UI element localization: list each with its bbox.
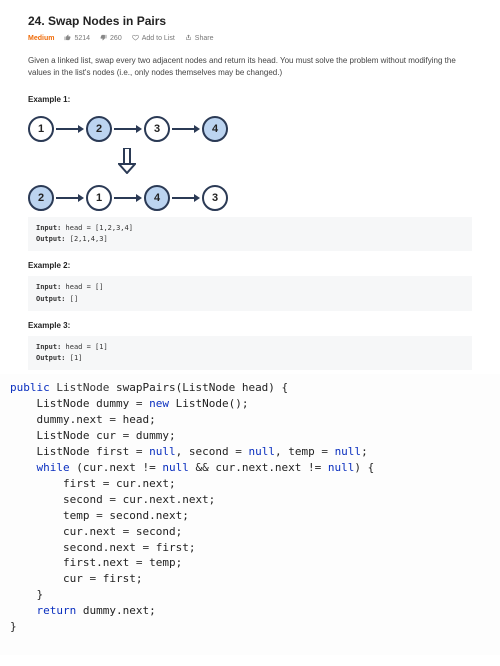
heart-icon (132, 34, 139, 43)
diagram-before-row: 1 2 3 4 (28, 116, 472, 142)
example-io: Input: head = [] Output: [] (28, 276, 472, 310)
output-label: Output: (36, 235, 66, 243)
code-block: public ListNode swapPairs(ListNode head)… (0, 374, 500, 655)
example-title: Example 3: (28, 321, 472, 330)
input-value: head = [] (61, 283, 103, 291)
node: 2 (86, 116, 112, 142)
thumbs-up-icon (64, 34, 71, 43)
example-io: Input: head = [1,2,3,4] Output: [2,1,4,3… (28, 217, 472, 251)
arrow-right-icon (172, 128, 200, 130)
example-title: Example 1: (28, 95, 472, 104)
node: 2 (28, 185, 54, 211)
node: 3 (144, 116, 170, 142)
input-value: head = [1] (61, 343, 107, 351)
diagram: 1 2 3 4 2 1 4 3 (28, 110, 472, 217)
arrow-right-icon (56, 197, 84, 199)
share-icon (185, 34, 192, 43)
diagram-after-row: 2 1 4 3 (28, 185, 472, 211)
share-label: Share (195, 35, 214, 42)
difficulty-badge: Medium (28, 35, 54, 42)
like-count: 5214 (74, 35, 90, 42)
output-label: Output: (36, 354, 66, 362)
input-label: Input: (36, 283, 61, 291)
problem-title: 24. Swap Nodes in Pairs (28, 14, 472, 28)
input-label: Input: (36, 224, 61, 232)
arrow-right-icon (56, 128, 84, 130)
example-title: Example 2: (28, 261, 472, 270)
problem-description: Given a linked list, swap every two adja… (28, 55, 472, 79)
like-button[interactable]: 5214 (64, 34, 90, 43)
input-value: head = [1,2,3,4] (61, 224, 133, 232)
output-value: [] (66, 295, 79, 303)
thumbs-down-icon (100, 34, 107, 43)
arrow-right-icon (114, 197, 142, 199)
solution-code: public ListNode swapPairs(ListNode head)… (10, 380, 490, 635)
example-io: Input: head = [1] Output: [1] (28, 336, 472, 370)
arrow-right-icon (114, 128, 142, 130)
node: 3 (202, 185, 228, 211)
node: 4 (202, 116, 228, 142)
meta-row: Medium 5214 260 Add to List Share (28, 34, 472, 43)
dislike-button[interactable]: 260 (100, 34, 122, 43)
output-value: [2,1,4,3] (66, 235, 108, 243)
arrow-down-icon (118, 148, 472, 179)
add-to-list-label: Add to List (142, 35, 175, 42)
input-label: Input: (36, 343, 61, 351)
add-to-list-button[interactable]: Add to List (132, 34, 175, 43)
arrow-right-icon (172, 197, 200, 199)
share-button[interactable]: Share (185, 34, 214, 43)
dislike-count: 260 (110, 35, 122, 42)
node: 1 (86, 185, 112, 211)
node: 4 (144, 185, 170, 211)
node: 1 (28, 116, 54, 142)
output-label: Output: (36, 295, 66, 303)
output-value: [1] (66, 354, 83, 362)
